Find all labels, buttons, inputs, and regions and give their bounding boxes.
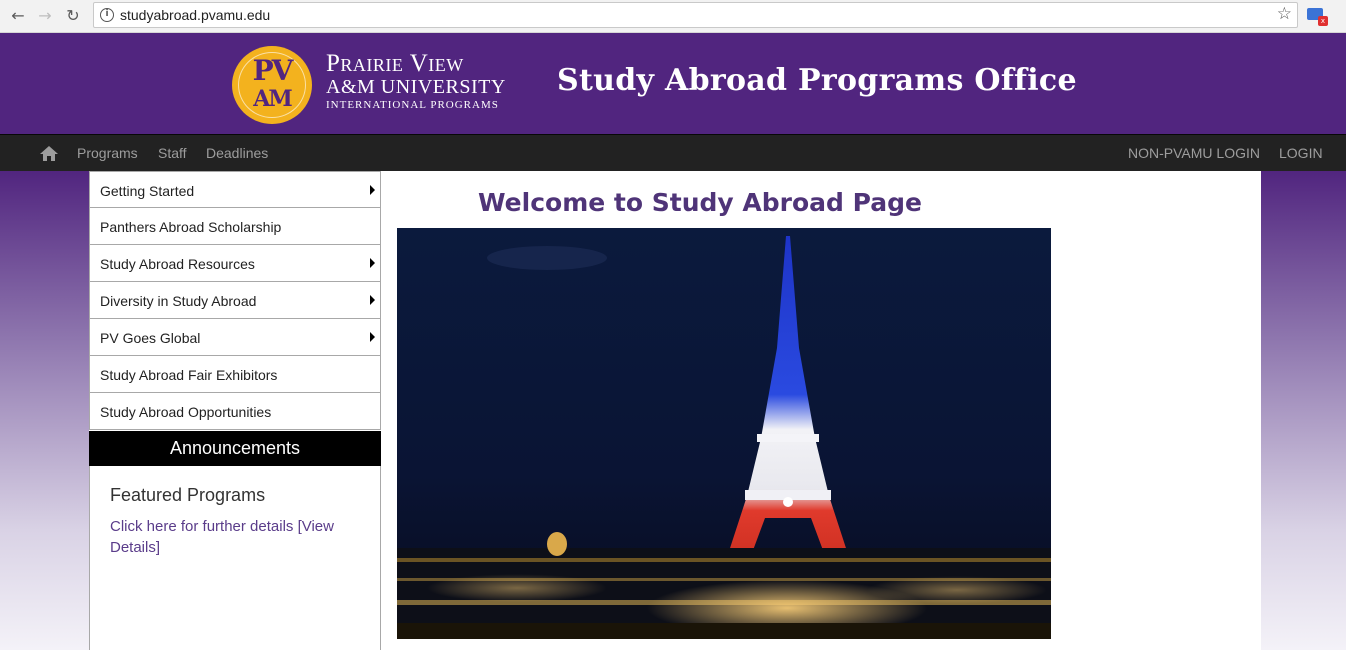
non-pvamu-login-link[interactable]: NON-PVAMU LOGIN — [1128, 145, 1260, 161]
featured-programs-title: Featured Programs — [110, 485, 266, 505]
wordmark-line-3: INTERNATIONAL PROGRAMS — [326, 99, 499, 111]
address-url[interactable]: studyabroad.pvamu.edu — [120, 7, 270, 23]
university-seal-logo[interactable]: PV AM — [232, 46, 312, 124]
sidebar-item-label: Diversity in Study Abroad — [100, 293, 257, 309]
address-bar[interactable]: i studyabroad.pvamu.edu ☆ — [93, 2, 1298, 28]
login-link[interactable]: LOGIN — [1279, 145, 1323, 161]
sidebar-item-label: Panthers Abroad Scholarship — [100, 219, 282, 235]
sidebar-item-label: Getting Started — [100, 183, 195, 199]
star-icon[interactable]: ☆ — [1277, 4, 1292, 24]
browser-toolbar: ← → ↻ i studyabroad.pvamu.edu ☆ x — [0, 0, 1346, 33]
sidebar-item-label: Study Abroad Opportunities — [100, 404, 272, 420]
sidebar-item-diversity-in-study-abroad[interactable]: Diversity in Study Abroad — [89, 282, 381, 319]
sidebar-item-panthers-abroad-scholarship[interactable]: Panthers Abroad Scholarship — [89, 208, 381, 245]
eiffel-tower-night-photo — [397, 228, 1051, 639]
wordmark-line-2: A&M UNIVERSITY — [326, 76, 506, 98]
info-icon[interactable]: i — [100, 8, 114, 22]
sidebar-item-study-abroad-opportunities[interactable]: Study Abroad Opportunities — [89, 393, 381, 430]
nav-link-programs[interactable]: Programs — [77, 145, 138, 161]
top-navbar: Programs Staff Deadlines NON-PVAMU LOGIN… — [0, 134, 1346, 171]
nav-link-deadlines[interactable]: Deadlines — [206, 145, 268, 161]
sidebar-item-getting-started[interactable]: Getting Started — [89, 171, 381, 208]
wordmark-line-1: Prairie View — [326, 50, 464, 77]
site-header: PV AM Prairie View A&M UNIVERSITY INTERN… — [0, 33, 1346, 134]
announcements-heading: Announcements — [89, 431, 381, 466]
caret-right-icon — [370, 258, 375, 268]
caret-right-icon — [370, 332, 375, 342]
sidebar-item-label: Study Abroad Fair Exhibitors — [100, 367, 278, 383]
arrow-right-icon[interactable]: → — [34, 5, 56, 27]
site-title: Study Abroad Programs Office — [557, 63, 1077, 98]
sidebar-item-pv-goes-global[interactable]: PV Goes Global — [89, 319, 381, 356]
nav-link-staff[interactable]: Staff — [158, 145, 187, 161]
caret-right-icon — [370, 185, 375, 195]
sidebar-menu: Getting Started Panthers Abroad Scholars… — [89, 171, 381, 430]
welcome-heading: Welcome to Study Abroad Page — [478, 188, 922, 217]
seal-text-bottom: AM — [253, 86, 292, 112]
sidebar-item-study-abroad-resources[interactable]: Study Abroad Resources — [89, 245, 381, 282]
reload-icon[interactable]: ↻ — [62, 5, 84, 27]
sidebar-item-study-abroad-fair-exhibitors[interactable]: Study Abroad Fair Exhibitors — [89, 356, 381, 393]
announcements-panel: Featured Programs Click here for further… — [89, 466, 381, 650]
university-wordmark[interactable]: Prairie View A&M UNIVERSITY INTERNATIONA… — [326, 51, 506, 113]
home-icon[interactable] — [40, 146, 58, 162]
screen-extension-icon[interactable]: x — [1306, 6, 1328, 26]
caret-right-icon — [370, 295, 375, 305]
featured-details-link[interactable]: Click here for further details [View Det… — [110, 516, 360, 558]
sidebar-item-label: Study Abroad Resources — [100, 256, 255, 272]
seal-text-top: PV — [252, 54, 294, 87]
sidebar-item-label: PV Goes Global — [100, 330, 201, 346]
arrow-left-icon[interactable]: ← — [7, 5, 29, 27]
